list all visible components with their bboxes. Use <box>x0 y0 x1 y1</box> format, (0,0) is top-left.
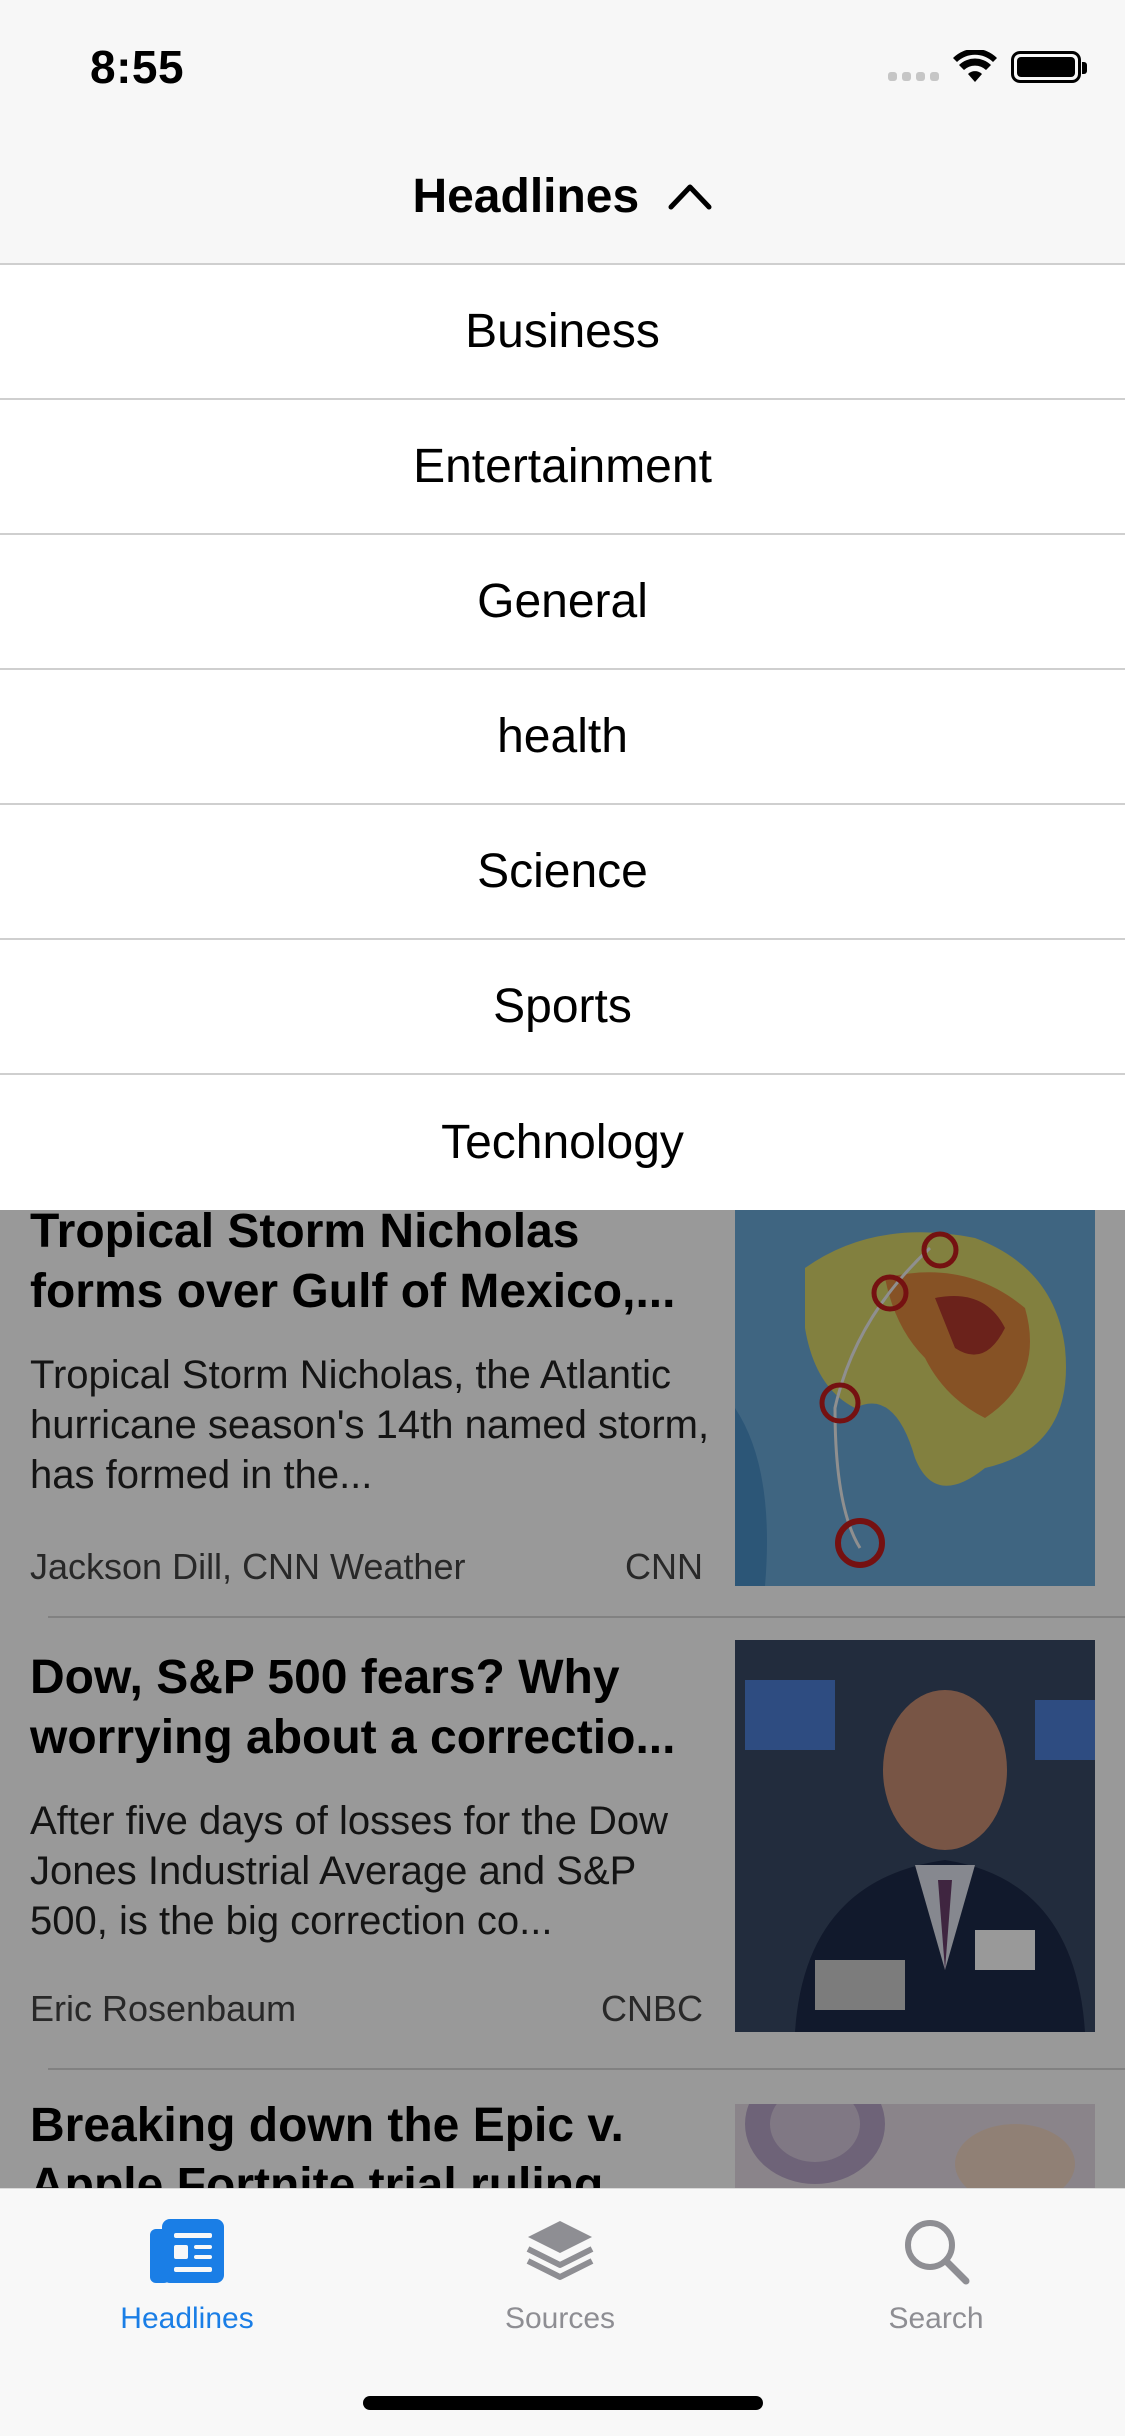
battery-icon <box>1011 51 1087 83</box>
tab-search[interactable]: Search <box>826 2215 1046 2336</box>
chevron-up-icon <box>668 184 712 210</box>
category-item-health[interactable]: health <box>0 670 1125 805</box>
category-item-business[interactable]: Business <box>0 265 1125 400</box>
category-dropdown-menu: Business Entertainment General health Sc… <box>0 265 1125 1210</box>
home-indicator[interactable] <box>363 2396 763 2410</box>
tab-search-label: Search <box>888 2302 984 2335</box>
status-bar: 8:55 <box>0 0 1125 136</box>
tab-headlines-label: Headlines <box>120 2302 254 2335</box>
category-item-sports[interactable]: Sports <box>0 940 1125 1075</box>
dropdown-backdrop[interactable] <box>0 1208 1125 2188</box>
category-dropdown-toggle[interactable]: Headlines <box>0 166 1125 224</box>
category-item-entertainment[interactable]: Entertainment <box>0 400 1125 535</box>
wifi-icon <box>953 50 997 82</box>
status-icons <box>888 50 1087 84</box>
tab-sources-label: Sources <box>504 2302 616 2335</box>
status-time: 8:55 <box>90 41 185 93</box>
cellular-signal-icon <box>888 53 939 81</box>
tab-headlines[interactable]: Headlines <box>77 2215 297 2336</box>
page-title: Headlines <box>412 169 640 223</box>
category-item-science[interactable]: Science <box>0 805 1125 940</box>
search-icon <box>905 2220 970 2285</box>
newspaper-icon <box>150 2219 224 2283</box>
layers-icon <box>526 2221 594 2280</box>
navigation-bar: Headlines <box>0 136 1125 265</box>
category-item-general[interactable]: General <box>0 535 1125 670</box>
category-item-technology[interactable]: Technology <box>0 1075 1125 1210</box>
tab-sources[interactable]: Sources <box>450 2215 670 2336</box>
